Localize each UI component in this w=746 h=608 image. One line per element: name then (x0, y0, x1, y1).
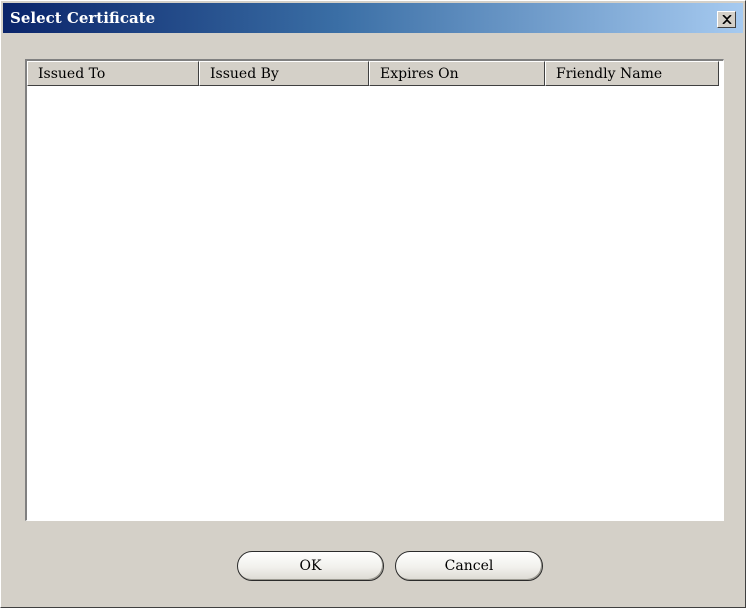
close-icon (721, 15, 732, 24)
list-body[interactable] (27, 86, 723, 520)
list-header: Issued To Issued By Expires On Friendly … (27, 61, 723, 86)
close-button[interactable] (717, 11, 736, 28)
column-header-expires-on[interactable]: Expires On (369, 61, 545, 86)
column-header-friendly-name[interactable]: Friendly Name (545, 61, 719, 86)
column-header-issued-to[interactable]: Issued To (27, 61, 199, 86)
certificate-list[interactable]: Issued To Issued By Expires On Friendly … (25, 59, 724, 521)
select-certificate-dialog: Select Certificate Issued To Issued By E… (0, 0, 746, 608)
column-header-issued-by[interactable]: Issued By (199, 61, 369, 86)
ok-button[interactable]: OK (237, 551, 384, 581)
dialog-title: Select Certificate (10, 9, 156, 27)
cancel-button[interactable]: Cancel (395, 551, 543, 581)
title-bar[interactable]: Select Certificate (3, 3, 743, 33)
